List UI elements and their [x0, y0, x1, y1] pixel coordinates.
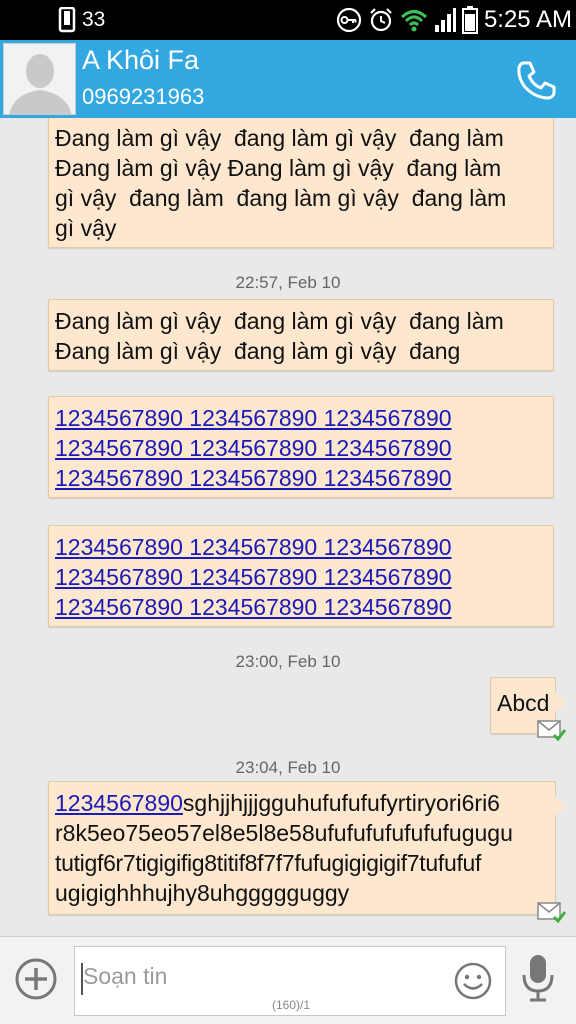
signal-icon — [434, 7, 456, 33]
message-timestamp: 23:00, Feb 10 — [235, 652, 341, 671]
phone-number-link[interactable]: 1234567890 — [55, 790, 183, 816]
message-timestamp: 23:04, Feb 10 — [235, 758, 341, 777]
phone-number-link[interactable]: 1234567890 1234567890 1234567890 — [55, 433, 547, 463]
microphone-icon — [522, 955, 554, 1002]
smiley-icon — [454, 962, 492, 1000]
message-placeholder: Soạn tin — [83, 963, 168, 989]
message-input[interactable]: Soạn tin (160)/1 — [74, 946, 506, 1016]
add-attachment-button[interactable] — [14, 957, 58, 1001]
notification-count: 33 — [82, 8, 106, 31]
status-left: 33 — [58, 6, 105, 34]
alarm-icon — [368, 7, 394, 33]
message-line: gì vậy — [55, 215, 117, 241]
phone-number-link[interactable]: 1234567890 1234567890 1234567890 — [55, 592, 547, 622]
phone-number-link[interactable]: 1234567890 1234567890 1234567890 — [55, 463, 547, 493]
character-counter: (160)/1 — [271, 998, 311, 1012]
message-line: ugigighhhujhy8uhggggguggy — [55, 880, 350, 906]
voice-input-button[interactable] — [518, 953, 558, 1009]
message-line: Đang làm gì vậy đang làm gì vậy đang làm — [55, 125, 504, 151]
emoji-button[interactable] — [453, 961, 493, 1001]
phone-number-link[interactable]: 1234567890 1234567890 1234567890 — [55, 532, 547, 562]
status-time: 5:25 AM — [483, 6, 572, 33]
message-line: gì vậy đang làm đang làm gì vậy đang làm — [55, 185, 507, 211]
bubble-tail — [555, 692, 566, 712]
sent-message[interactable]: 1234567890sghjjhjjjgguhufufufufyrtiryori… — [48, 781, 566, 915]
message-line: Đang làm gì vậy Đang làm gì vậy đang làm — [55, 155, 502, 181]
call-icon — [517, 61, 556, 100]
contact-phone[interactable]: 0969231963 — [82, 84, 204, 110]
avatar[interactable] — [3, 43, 76, 115]
contact-name[interactable]: A Khôi Fa — [82, 45, 199, 76]
call-button[interactable] — [514, 58, 558, 102]
person-silhouette-icon — [4, 44, 75, 114]
received-message[interactable]: Đang làm gì vậy đang làm gì vậy đang làm… — [48, 118, 554, 248]
received-message[interactable]: 1234567890 1234567890 1234567890 1234567… — [48, 525, 554, 627]
message-line: Đang làm gì vậy đang làm gì vậy đang — [55, 338, 461, 364]
message-text: sghjjhjjjgguhufufufufyrtiryori6ri6 — [182, 790, 500, 816]
message-timestamp: 22:57, Feb 10 — [235, 273, 341, 292]
delivered-icon — [537, 902, 567, 924]
status-right: 5:25 AM — [336, 4, 572, 36]
message-line: tutigf6r7tigigifig8titif8f7f7fufugigigig… — [55, 850, 482, 876]
wifi-icon — [400, 7, 428, 33]
key-icon — [336, 7, 362, 33]
plus-circle-icon — [15, 958, 57, 1000]
compose-bar: Soạn tin (160)/1 — [0, 936, 576, 1024]
phone-icon — [58, 7, 78, 33]
phone-number-link[interactable]: 1234567890 1234567890 1234567890 — [55, 562, 547, 592]
message-line: Đang làm gì vậy đang làm gì vậy đang làm — [55, 308, 504, 334]
conversation-header: A Khôi Fa 0969231963 — [0, 40, 576, 118]
bubble-tail — [555, 796, 566, 816]
message-text: Abcd — [497, 690, 550, 716]
status-bar: 33 5:25 AM — [0, 0, 576, 40]
message-line: r8k5eo75eo57el8e5l8e58ufufufufufufufugug… — [55, 820, 513, 846]
received-message[interactable]: 1234567890 1234567890 1234567890 1234567… — [48, 396, 554, 498]
message-list[interactable]: Đang làm gì vậy đang làm gì vậy đang làm… — [0, 118, 576, 936]
received-message[interactable]: Đang làm gì vậy đang làm gì vậy đang làm… — [48, 299, 554, 371]
delivered-icon — [537, 720, 567, 742]
phone-number-link[interactable]: 1234567890 1234567890 1234567890 — [55, 403, 547, 433]
message-line: 1234567890sghjjhjjjgguhufufufufyrtiryori… — [55, 788, 551, 818]
battery-icon — [461, 6, 478, 34]
